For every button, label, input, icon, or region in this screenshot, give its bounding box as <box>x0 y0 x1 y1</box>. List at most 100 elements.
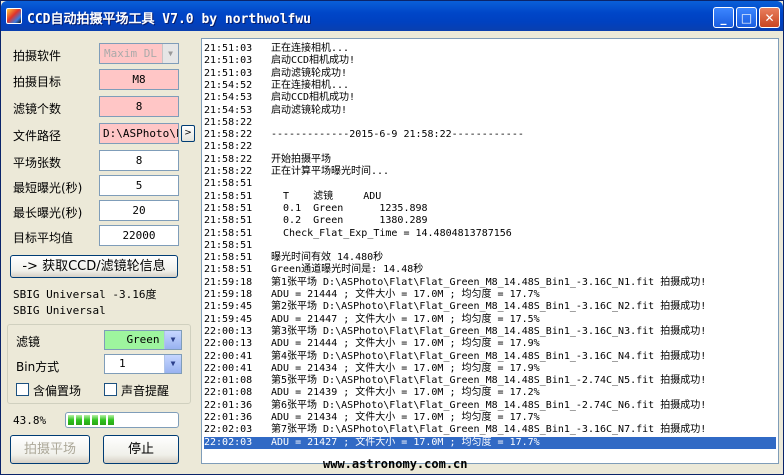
filter-select[interactable]: Green ▼ <box>104 330 182 350</box>
settings-panel: 拍摄软件 Maxim DL ▼ 拍摄目标 M8 滤镜个数 8 文件路径 D:\A… <box>7 37 197 467</box>
target-row: 拍摄目标 M8 <box>7 69 197 91</box>
min-exposure-input[interactable]: 5 <box>99 175 179 196</box>
path-input[interactable]: D:\ASPhoto\F <box>99 123 179 144</box>
bin-select[interactable]: 1 ▼ <box>104 354 182 374</box>
filter-group: 滤镜 Green ▼ Bin方式 1 ▼ 含偏置场 声音提醒 <box>7 324 191 404</box>
log-timestamp: 22:00:41 <box>204 362 253 374</box>
maximize-button[interactable]: □ <box>736 7 757 28</box>
target-input[interactable]: M8 <box>99 69 179 90</box>
log-line: 21:51:03 启动滤镜轮成功! <box>204 68 776 80</box>
get-ccd-info-button[interactable]: -> 获取CCD/滤镜轮信息 <box>10 255 178 278</box>
log-message: 正在连接相机... <box>271 43 350 54</box>
log-timestamp: 22:01:36 <box>204 412 253 423</box>
log-message: ADU = 21439 ; 文件大小 = 17.0M ; 均匀度 = 17.2% <box>271 387 540 399</box>
minimize-button[interactable]: _ <box>713 7 734 28</box>
log-message: 启动CCD相机成功! <box>271 92 356 104</box>
log-timestamp: 21:58:51 <box>204 215 253 227</box>
log-message: 启动滤镜轮成功! <box>271 104 348 116</box>
log-timestamp: 22:00:13 <box>204 325 253 337</box>
log-message: 正在连接相机... <box>271 79 350 91</box>
log-timestamp: 22:01:08 <box>204 375 253 387</box>
progress-segment <box>92 415 98 425</box>
ccd-status-line-2: SBIG Universal <box>13 304 106 317</box>
log-line: 21:58:51 Check_Flat_Exp_Time = 14.480481… <box>204 228 776 240</box>
log-timestamp: 21:54:53 <box>204 104 253 116</box>
min-exposure-row: 最短曝光(秒) 5 <box>7 175 197 197</box>
filter-count-label: 滤镜个数 <box>13 102 62 116</box>
log-line: 22:02:03 第7张平场 D:\ASPhoto\Flat\Flat_Green… <box>204 424 776 436</box>
log-timestamp: 22:02:03 <box>204 436 253 448</box>
shoot-flat-button[interactable]: 拍摄平场 <box>10 435 90 464</box>
log-line: 21:58:51 Green通道曝光时间是: 14.48秒 <box>204 264 776 276</box>
software-label: 拍摄软件 <box>13 49 62 63</box>
flat-count-label: 平场张数 <box>13 156 62 170</box>
offset-label: 含偏置场 <box>33 384 82 398</box>
max-exposure-input[interactable]: 20 <box>99 200 179 221</box>
flat-count-row: 平场张数 8 <box>7 150 197 172</box>
log-line: 21:58:22 -------------2015-6-9 21:58:22--… <box>204 129 776 141</box>
log-line: 21:59:18 第1张平场 D:\ASPhoto\Flat\Flat_Green… <box>204 277 776 289</box>
browse-button[interactable]: > <box>181 125 195 142</box>
log-timestamp: 21:51:03 <box>204 67 253 79</box>
log-timestamp: 21:51:03 <box>204 43 253 54</box>
log-line: 21:51:03 正在连接相机... <box>204 43 776 55</box>
filter-count-row: 滤镜个数 8 <box>7 96 197 118</box>
close-button[interactable]: ✕ <box>759 7 780 28</box>
software-select[interactable]: Maxim DL ▼ <box>99 43 179 64</box>
bin-value: 1 <box>119 357 126 370</box>
progress-segment <box>76 415 82 425</box>
target-mean-input[interactable]: 22000 <box>99 225 179 246</box>
chevron-down-icon: ▼ <box>164 331 181 349</box>
log-line: 21:54:53 启动CCD相机成功! <box>204 92 776 104</box>
path-row: 文件路径 D:\ASPhoto\F > <box>7 123 197 145</box>
log-timestamp: 21:54:52 <box>204 79 253 91</box>
progress-segment <box>108 415 114 425</box>
log-timestamp: 21:59:45 <box>204 313 253 325</box>
log-message: ADU = 21427 ; 文件大小 = 17.0M ; 均匀度 = 17.7% <box>271 436 540 448</box>
log-message: ADU = 21434 ; 文件大小 = 17.0M ; 均匀度 = 17.9% <box>271 362 540 374</box>
flat-count-input[interactable]: 8 <box>99 150 179 171</box>
log-timestamp: 21:58:51 <box>204 202 253 214</box>
sound-checkbox[interactable] <box>104 383 117 396</box>
log-message: 启动CCD相机成功! <box>271 55 356 67</box>
log-message: ADU = 21444 ; 文件大小 = 17.0M ; 均匀度 = 17.7% <box>271 289 540 300</box>
stop-button[interactable]: 停止 <box>103 435 179 464</box>
title-bar[interactable]: CCD自动拍摄平场工具 V7.0 by northwolfwu _ □ ✕ <box>1 1 783 31</box>
log-line: 22:00:13 第3张平场 D:\ASPhoto\Flat\Flat_Green… <box>204 326 776 338</box>
log-message: T 滤镜 ADU <box>271 190 382 202</box>
target-mean-label: 目标平均值 <box>13 231 74 245</box>
offset-checkbox[interactable] <box>16 383 29 396</box>
min-exposure-label: 最短曝光(秒) <box>13 181 83 195</box>
log-timestamp: 21:58:22 <box>204 116 253 128</box>
log-message: -------------2015-6-9 21:58:22----------… <box>271 129 524 141</box>
log-message: 开始拍摄平场 <box>271 153 331 165</box>
software-value: Maxim DL <box>104 47 157 60</box>
log-panel[interactable]: 21:51:03 正在连接相机... 21:51:03 启动CCD相机成功! 21:51… <box>201 38 779 464</box>
log-timestamp: 22:00:41 <box>204 350 253 362</box>
log-message: Check_Flat_Exp_Time = 14.4804813787156 <box>271 227 512 239</box>
log-message: 第1张平场 D:\ASPhoto\Flat\Flat_Green_M8_14.4… <box>271 276 707 288</box>
log-timestamp: 21:58:22 <box>204 141 253 153</box>
log-timestamp: 21:59:18 <box>204 276 253 288</box>
log-line: 21:54:52 正在连接相机... <box>204 80 776 92</box>
max-exposure-row: 最长曝光(秒) 20 <box>7 200 197 222</box>
log-message: 曝光时间有效 14.480秒 <box>271 252 384 264</box>
log-line: 22:01:08 ADU = 21439 ; 文件大小 = 17.0M ; 均匀度… <box>204 387 776 399</box>
log-timestamp: 21:59:45 <box>204 301 253 313</box>
target-mean-row: 目标平均值 22000 <box>7 225 197 247</box>
filter-label: 滤镜 <box>16 335 41 349</box>
log-line: 22:00:41 第4张平场 D:\ASPhoto\Flat\Flat_Green… <box>204 351 776 363</box>
watermark: www.astronomy.com.cn <box>323 457 468 471</box>
chevron-down-icon: ▼ <box>162 44 178 63</box>
log-line: 21:58:22 正在计算平场曝光时间... <box>204 166 776 178</box>
log-timestamp: 21:58:22 <box>204 153 253 165</box>
app-icon <box>6 8 22 24</box>
log-timestamp: 21:58:51 <box>204 252 253 264</box>
log-timestamp: 22:02:03 <box>204 424 253 436</box>
filter-value: Green <box>126 333 160 346</box>
log-message: 第2张平场 D:\ASPhoto\Flat\Flat_Green_M8_14.4… <box>271 301 707 313</box>
max-exposure-label: 最长曝光(秒) <box>13 206 83 220</box>
log-line: 21:59:18 ADU = 21444 ; 文件大小 = 17.0M ; 均匀度… <box>204 289 776 301</box>
filter-count-input[interactable]: 8 <box>99 96 179 117</box>
log-message: 0.2 Green 1380.289 <box>271 215 428 227</box>
